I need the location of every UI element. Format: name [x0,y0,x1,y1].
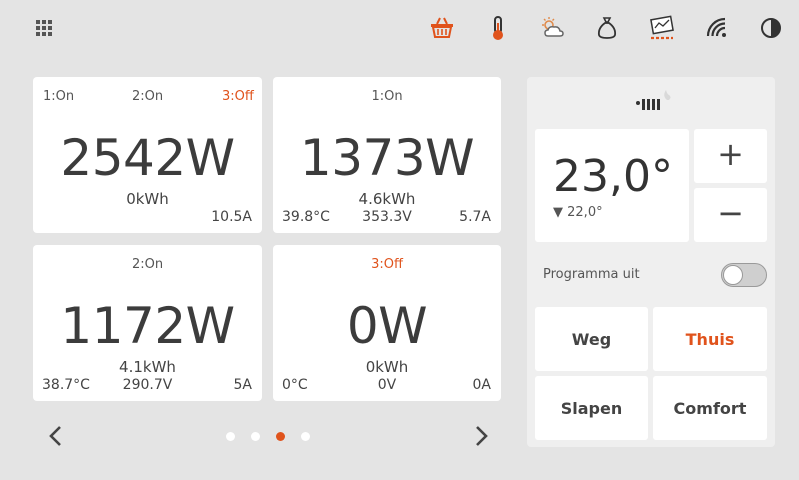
power-value: 2542W [60,129,235,187]
phase-3-label: 3:Off [371,257,403,272]
power-value: 0W [346,297,428,355]
current-value: 0A [472,377,491,393]
meter-card-phase-1[interactable]: 1:On 1373W 4.6kWh 39.8°C 353.3V 5.7A [273,77,501,233]
mode-label: Weg [571,329,612,349]
phase-2-label: 2:On [132,89,164,104]
price-ticket-icon[interactable] [648,14,676,42]
current-value: 5A [233,377,252,393]
meter-card-total[interactable]: 1:On 2:On 3:Off 2542W 0kWh 10.5A [33,77,262,233]
mode-thuis-button[interactable]: Thuis [653,307,767,371]
energy-value: 0kWh [365,358,409,376]
mode-label: Thuis [685,329,735,349]
energy-value: 4.6kWh [358,190,416,208]
page-dot[interactable] [226,432,235,441]
program-toggle[interactable] [721,263,767,287]
radiator-icon [636,90,671,110]
phase-1-label: 1:On [371,89,403,104]
current-temp: ▼ 22,0° [553,205,603,220]
mode-label: Slapen [560,398,623,418]
phase-2-label: 2:On [131,257,164,272]
phase-1-label: 1:On [43,89,75,104]
voltage-value: 0V [377,377,397,393]
minus-icon: − [717,194,744,232]
energy-value: 0kWh [126,190,169,208]
mode-comfort-button[interactable]: Comfort [653,376,767,440]
increase-button[interactable]: + [694,129,767,183]
contrast-icon[interactable] [757,14,785,42]
setpoint-value: 23,0° [553,151,673,202]
money-bag-icon[interactable] [593,14,621,42]
power-value: 1373W [299,129,475,187]
program-label: Programma uit [543,267,640,282]
meter-card-phase-3[interactable]: 3:Off 0W 0kWh 0°C 0V 0A [273,245,501,401]
apps-grid-icon[interactable] [36,20,52,36]
weather-icon[interactable] [539,14,567,42]
current-value: 5.7A [459,209,491,225]
chevron-right-icon[interactable] [469,424,493,448]
chevron-left-icon[interactable] [44,424,68,448]
setpoint-display: 23,0° ▼ 22,0° [535,129,689,242]
wifi-icon[interactable] [703,14,731,42]
current-value: 10.5A [211,209,252,225]
toggle-knob [723,265,743,285]
voltage-value: 290.7V [122,377,173,393]
decrease-button[interactable]: − [694,188,767,242]
power-value: 1172W [60,297,235,355]
energy-value: 4.1kWh [119,358,176,376]
plus-icon: + [717,135,744,173]
mode-slapen-button[interactable]: Slapen [535,376,648,440]
phase-3-label: 3:Off [222,89,254,104]
meter-card-phase-2[interactable]: 2:On 1172W 4.1kWh 38.7°C 290.7V 5A [33,245,262,401]
mode-weg-button[interactable]: Weg [535,307,648,371]
page-dot[interactable] [251,432,260,441]
basket-icon[interactable] [428,14,456,42]
mode-label: Comfort [673,398,747,418]
triangle-down-icon: ▼ [553,205,563,220]
page-dot[interactable] [301,432,310,441]
thermostat-panel: 23,0° ▼ 22,0° + − Programma uit Weg Thui… [527,77,775,447]
page-dot-active[interactable] [276,432,285,441]
thermometer-icon[interactable] [484,14,512,42]
top-bar [0,0,799,56]
current-temp-value: 22,0° [567,205,603,220]
